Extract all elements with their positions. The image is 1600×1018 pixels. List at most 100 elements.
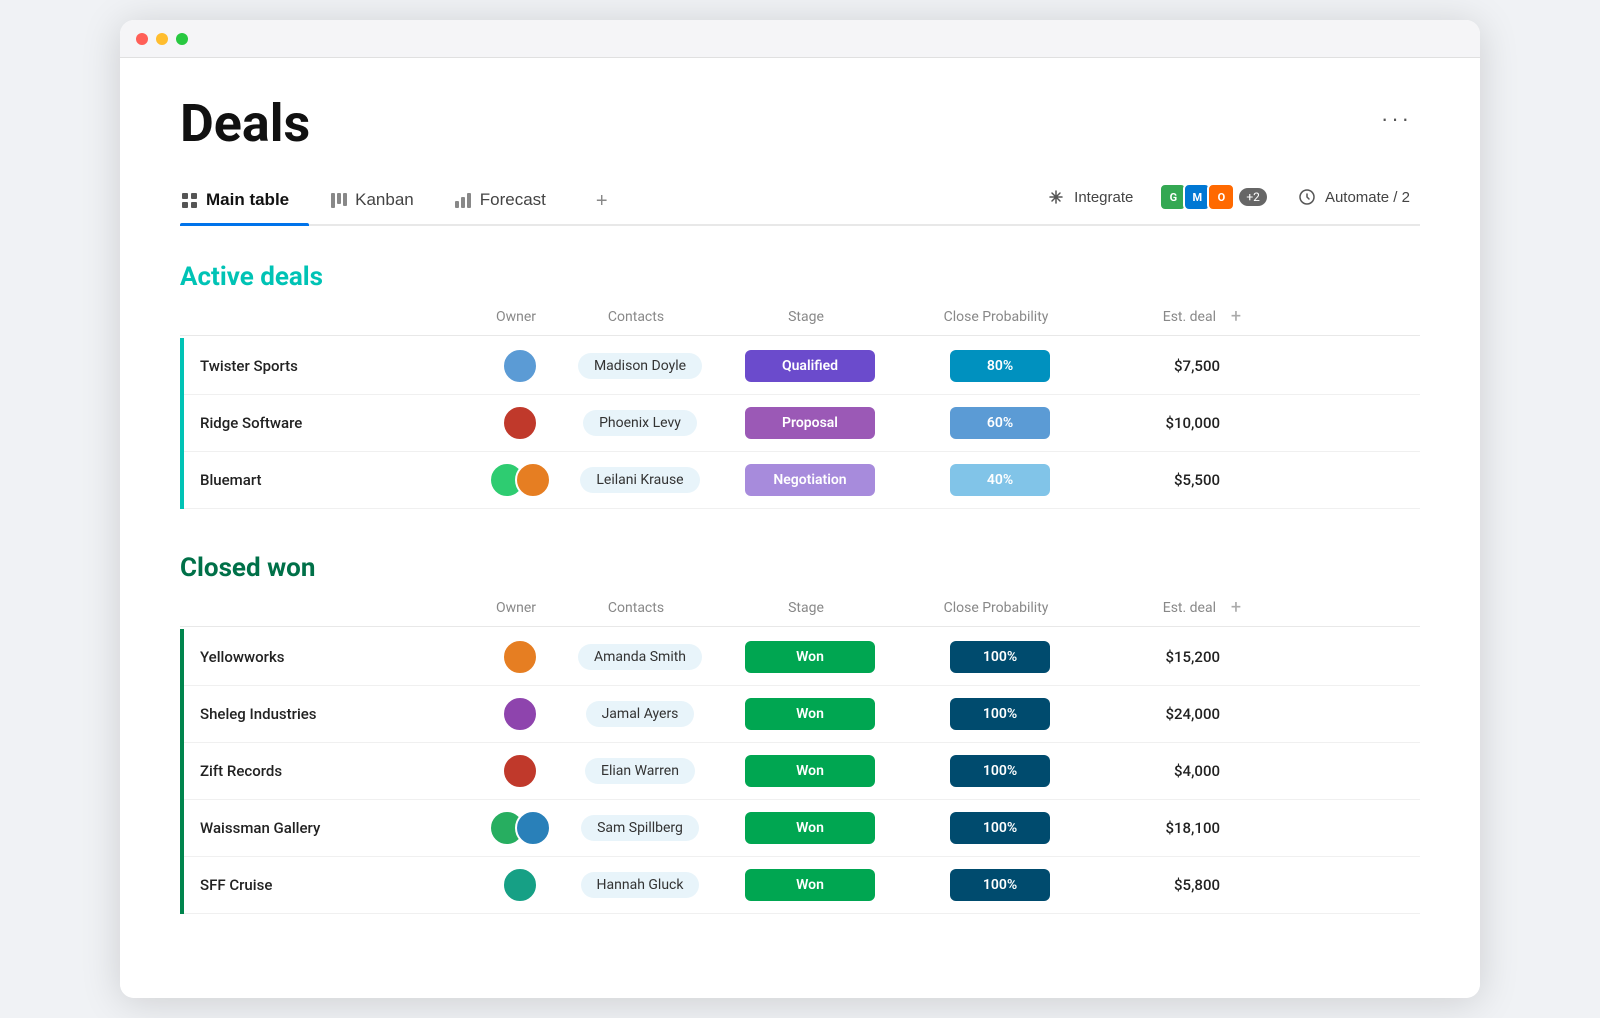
tab-main-table[interactable]: Main table bbox=[180, 178, 309, 224]
table-icon bbox=[180, 191, 198, 209]
app-window: Deals ··· Main table Kanban Fore bbox=[120, 20, 1480, 998]
active-deals-columns: Owner Contacts Stage Close Probability E… bbox=[180, 306, 1420, 336]
prob-cell[interactable]: 40% bbox=[900, 464, 1100, 496]
won-col-owner-header: Owner bbox=[476, 600, 556, 616]
tab-actions: Integrate G M O +2 Automate / 2 bbox=[1036, 181, 1420, 221]
won-col-stage-header: Stage bbox=[716, 600, 896, 616]
prob-cell[interactable]: 100% bbox=[900, 869, 1100, 901]
prob-cell[interactable]: 100% bbox=[900, 641, 1100, 673]
est-deal-cell: $15,200 bbox=[1100, 648, 1220, 666]
active-deals-title: Active deals bbox=[180, 262, 323, 292]
est-deal-cell: $10,000 bbox=[1100, 414, 1220, 432]
contacts-cell[interactable]: Jamal Ayers bbox=[560, 701, 720, 727]
contacts-cell[interactable]: Phoenix Levy bbox=[560, 410, 720, 436]
page-title: Deals bbox=[180, 98, 310, 150]
table-row[interactable]: Zift RecordsElian WarrenWon100%$4,000 bbox=[184, 743, 1420, 800]
tab-forecast-label: Forecast bbox=[480, 190, 546, 210]
contacts-cell[interactable]: Amanda Smith bbox=[560, 644, 720, 670]
minimize-icon[interactable] bbox=[156, 33, 168, 45]
won-col-prob-header: Close Probability bbox=[896, 600, 1096, 616]
owner-cell bbox=[480, 810, 560, 846]
table-row[interactable]: Ridge Software Phoenix LevyProposal60%$10… bbox=[184, 395, 1420, 452]
prob-cell[interactable]: 60% bbox=[900, 407, 1100, 439]
owner-cell bbox=[480, 867, 560, 903]
owner-cell bbox=[480, 753, 560, 789]
more-button[interactable]: ··· bbox=[1373, 98, 1420, 140]
stage-cell[interactable]: Negotiation bbox=[720, 464, 900, 496]
table-row[interactable]: Sheleg Industries Jamal AyersWon100%$24,0… bbox=[184, 686, 1420, 743]
table-row[interactable]: Bluemart Leilani KrauseNegotiation40%$5,5… bbox=[184, 452, 1420, 509]
main-content: Deals ··· Main table Kanban Fore bbox=[120, 58, 1480, 998]
stage-cell[interactable]: Won bbox=[720, 641, 900, 673]
deal-name: Yellowworks bbox=[200, 648, 480, 666]
contacts-cell[interactable]: Sam Spillberg bbox=[560, 815, 720, 841]
deal-name: Sheleg Industries bbox=[200, 705, 480, 723]
deal-name: Ridge Software bbox=[200, 414, 480, 432]
col-est-header: Est. deal bbox=[1096, 309, 1216, 325]
est-deal-cell: $5,500 bbox=[1100, 471, 1220, 489]
est-deal-cell: $5,800 bbox=[1100, 876, 1220, 894]
won-col-contacts-header: Contacts bbox=[556, 600, 716, 616]
table-row[interactable]: Waissman Gallery Sam SpillbergWon100%$18,… bbox=[184, 800, 1420, 857]
col-prob-header: Close Probability bbox=[896, 309, 1096, 325]
closed-won-header: Closed won bbox=[180, 553, 1420, 583]
tab-kanban-label: Kanban bbox=[355, 190, 414, 210]
est-deal-cell: $24,000 bbox=[1100, 705, 1220, 723]
table-row[interactable]: SFF Cruise Hannah GluckWon100%$5,800 bbox=[184, 857, 1420, 914]
owner-cell bbox=[480, 405, 560, 441]
stage-cell[interactable]: Won bbox=[720, 869, 900, 901]
closed-won-title: Closed won bbox=[180, 553, 315, 583]
tab-main-table-label: Main table bbox=[206, 190, 289, 210]
kanban-icon bbox=[329, 191, 347, 209]
deal-name: Bluemart bbox=[200, 471, 480, 489]
deal-name: SFF Cruise bbox=[200, 876, 480, 894]
table-row[interactable]: Yellowworks Amanda SmithWon100%$15,200 bbox=[184, 629, 1420, 686]
owner-cell bbox=[480, 639, 560, 675]
table-row[interactable]: Twister SportsMadison DoyleQualified80%$… bbox=[184, 338, 1420, 395]
stage-cell[interactable]: Won bbox=[720, 755, 900, 787]
tab-forecast[interactable]: Forecast bbox=[454, 178, 566, 224]
contacts-cell[interactable]: Leilani Krause bbox=[560, 467, 720, 493]
integrations-avatars: G M O +2 bbox=[1163, 183, 1267, 211]
integrations-badge: +2 bbox=[1239, 188, 1267, 206]
deal-name: Waissman Gallery bbox=[200, 819, 480, 837]
stage-cell[interactable]: Won bbox=[720, 812, 900, 844]
col-owner-header: Owner bbox=[476, 309, 556, 325]
stage-cell[interactable]: Won bbox=[720, 698, 900, 730]
integration-other-icon: O bbox=[1207, 183, 1235, 211]
automate-button[interactable]: Automate / 2 bbox=[1287, 181, 1420, 213]
integrate-icon bbox=[1046, 187, 1066, 207]
owner-cell bbox=[480, 348, 560, 384]
closed-won-section: Closed won Owner Contacts Stage Close Pr… bbox=[180, 553, 1420, 914]
owner-cell bbox=[480, 462, 560, 498]
contacts-cell[interactable]: Elian Warren bbox=[560, 758, 720, 784]
won-col-add-button[interactable]: + bbox=[1216, 597, 1256, 618]
tab-add-button[interactable]: + bbox=[586, 190, 618, 213]
won-table: YellowworksAmanda SmithWon100%$15,200She… bbox=[180, 629, 1420, 914]
owner-cell bbox=[480, 696, 560, 732]
won-columns: Owner Contacts Stage Close Probability E… bbox=[180, 597, 1420, 627]
stage-cell[interactable]: Proposal bbox=[720, 407, 900, 439]
automate-icon bbox=[1297, 187, 1317, 207]
col-add-button[interactable]: + bbox=[1216, 306, 1256, 327]
prob-cell[interactable]: 100% bbox=[900, 812, 1100, 844]
tab-kanban[interactable]: Kanban bbox=[329, 178, 434, 224]
active-deals-table: Twister Sports Madison DoyleQualified80% $… bbox=[180, 338, 1420, 509]
contacts-cell[interactable]: Hannah Gluck bbox=[560, 872, 720, 898]
chart-icon bbox=[454, 191, 472, 209]
deal-name: Twister Sports bbox=[200, 357, 480, 375]
est-deal-cell: $18,100 bbox=[1100, 819, 1220, 837]
prob-cell[interactable]: 100% bbox=[900, 755, 1100, 787]
active-deals-header: Active deals bbox=[180, 262, 1420, 292]
active-deals-section: Active deals Owner Contacts Stage Close … bbox=[180, 262, 1420, 509]
contacts-cell[interactable]: Madison Doyle bbox=[560, 353, 720, 379]
stage-cell[interactable]: Qualified bbox=[720, 350, 900, 382]
close-icon[interactable] bbox=[136, 33, 148, 45]
won-col-est-header: Est. deal bbox=[1096, 600, 1216, 616]
prob-cell[interactable]: 100% bbox=[900, 698, 1100, 730]
col-contacts-header: Contacts bbox=[556, 309, 716, 325]
maximize-icon[interactable] bbox=[176, 33, 188, 45]
header: Deals ··· bbox=[180, 98, 1420, 150]
integrate-button[interactable]: Integrate bbox=[1036, 181, 1143, 213]
prob-cell[interactable]: 80% bbox=[900, 350, 1100, 382]
